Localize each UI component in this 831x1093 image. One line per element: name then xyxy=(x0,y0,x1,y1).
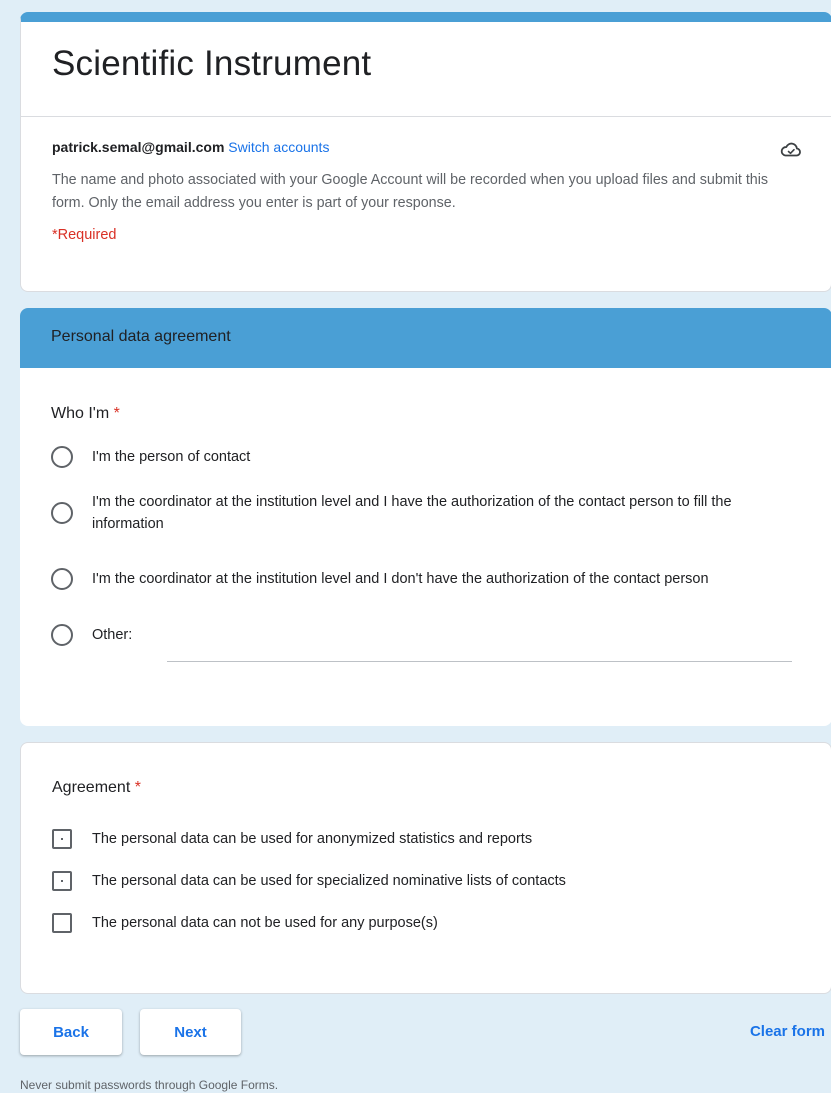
radio-option-label: I'm the coordinator at the institution l… xyxy=(92,494,732,532)
agreement-card: Agreement * The personal data can be use… xyxy=(20,742,831,994)
back-button[interactable]: Back xyxy=(20,1009,122,1055)
checkbox-option-nominative-lists[interactable]: The personal data can be used for specia… xyxy=(52,870,831,892)
radio-button[interactable] xyxy=(51,502,73,524)
form-page: Scientific Instrument patrick.semal@gmai… xyxy=(0,0,831,1093)
checkbox-option-statistics[interactable]: The personal data can be used for anonym… xyxy=(52,828,831,850)
switch-accounts-link[interactable]: Switch accounts xyxy=(228,139,329,155)
checkbox[interactable] xyxy=(52,829,72,849)
other-text-input[interactable] xyxy=(167,661,792,662)
footer-note: Never submit passwords through Google Fo… xyxy=(20,1078,279,1092)
radio-button[interactable] xyxy=(51,624,73,646)
checkbox-label: The personal data can not be used for an… xyxy=(92,915,438,931)
account-notice: The name and photo associated with your … xyxy=(52,172,769,211)
required-star: * xyxy=(134,779,141,796)
account-row: patrick.semal@gmail.com Switch accounts xyxy=(21,117,831,157)
radio-option-coordinator-unauthorized[interactable]: I'm the coordinator at the institution l… xyxy=(51,557,831,601)
radio-option-other[interactable]: Other: xyxy=(51,623,831,662)
next-button[interactable]: Next xyxy=(140,1009,241,1055)
checkbox-label: The personal data can be used for specia… xyxy=(92,873,566,889)
form-navigation: Back Next Clear form xyxy=(20,1009,831,1057)
radio-option-contact[interactable]: I'm the person of contact xyxy=(51,445,831,469)
cloud-sync-icon xyxy=(779,137,803,161)
required-note: *Required xyxy=(52,227,117,243)
radio-group-who: I'm the person of contact I'm the coordi… xyxy=(20,423,831,662)
radio-option-label: I'm the person of contact xyxy=(92,449,251,465)
question-agreement-label: Agreement xyxy=(52,779,131,796)
form-header-card: Scientific Instrument patrick.semal@gmai… xyxy=(20,12,831,292)
form-title: Scientific Instrument xyxy=(21,22,831,117)
radio-option-coordinator-authorized[interactable]: I'm the coordinator at the institution l… xyxy=(51,491,831,535)
checkbox[interactable] xyxy=(52,871,72,891)
required-star: * xyxy=(113,405,120,422)
question-title-who: Who I'm * xyxy=(20,368,831,423)
radio-button[interactable] xyxy=(51,568,73,590)
checkbox-label: The personal data can be used for anonym… xyxy=(92,831,533,847)
question-who-label: Who I'm xyxy=(51,405,110,422)
section-card: Personal data agreement Who I'm * I'm th… xyxy=(20,308,831,726)
question-title-agreement: Agreement * xyxy=(21,743,831,797)
checkbox-option-no-purpose[interactable]: The personal data can not be used for an… xyxy=(52,912,831,934)
checkbox[interactable] xyxy=(52,913,72,933)
radio-option-label: I'm the coordinator at the institution l… xyxy=(92,571,709,587)
radio-button[interactable] xyxy=(51,446,73,468)
section-title: Personal data agreement xyxy=(20,308,831,368)
radio-option-label: Other: xyxy=(92,627,133,643)
checkbox-group-agreement: The personal data can be used for anonym… xyxy=(21,797,831,934)
clear-form-button[interactable]: Clear form xyxy=(750,1023,825,1040)
account-email: patrick.semal@gmail.com xyxy=(52,139,225,155)
